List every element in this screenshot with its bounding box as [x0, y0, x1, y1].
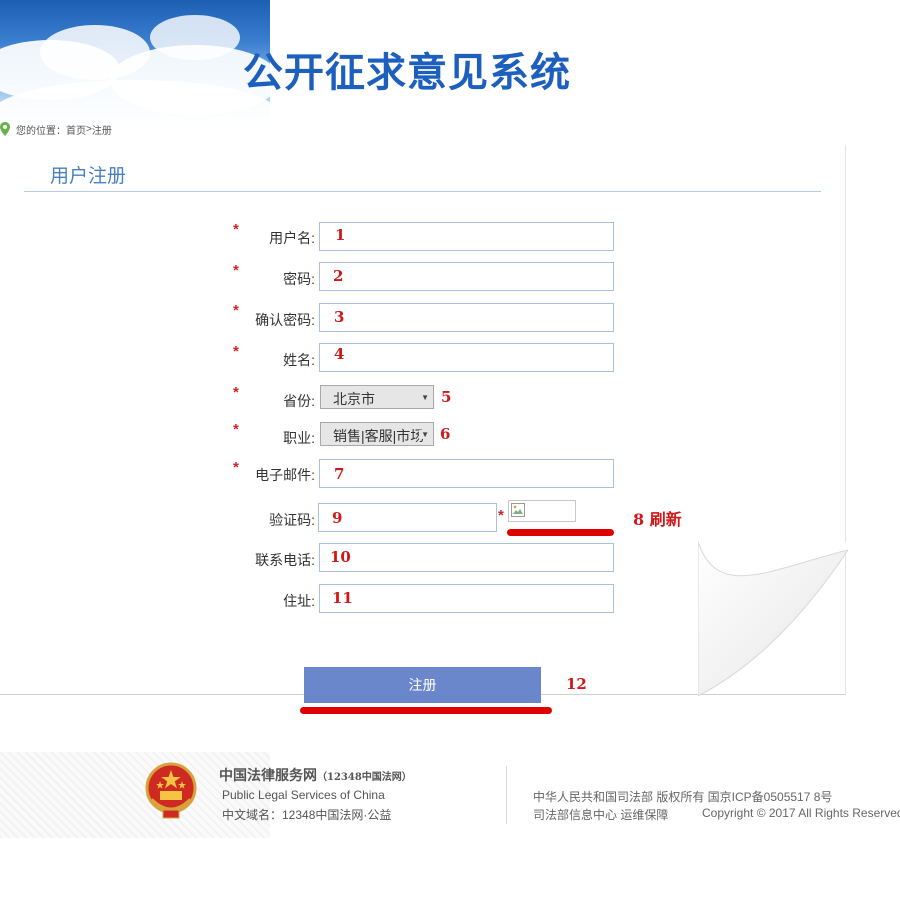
phone-label: 联系电话:: [255, 552, 315, 568]
broken-image-icon: [511, 503, 525, 517]
address-input[interactable]: [319, 584, 614, 613]
occupation-annotation: 6: [440, 425, 451, 443]
required-mark: *: [498, 507, 504, 524]
sky-banner-image: [0, 0, 270, 120]
email-input[interactable]: [319, 459, 614, 488]
password-input[interactable]: [319, 262, 614, 291]
required-mark: *: [233, 221, 239, 238]
province-select[interactable]: 北京市 ▼: [320, 385, 434, 409]
title-divider: [24, 191, 821, 192]
captcha-image-annotation: 8: [633, 510, 645, 529]
footer-copyright-english: Copyright © 2017 All Rights Reserved: [702, 806, 900, 820]
breadcrumb-label: 您的位置：: [16, 125, 66, 137]
occupation-label: 职业:: [283, 430, 315, 446]
address-annotation: 11: [332, 589, 353, 607]
confirm-password-annotation: 3: [334, 308, 345, 326]
province-selected-value: 北京市: [333, 391, 375, 407]
footer-domain: 中文域名：12348中国法网·公益: [222, 808, 392, 822]
confirm-password-input[interactable]: [319, 303, 614, 332]
password-annotation: 2: [333, 267, 344, 285]
password-label: 密码:: [283, 271, 315, 287]
username-input[interactable]: [319, 222, 614, 251]
captcha-image[interactable]: [508, 500, 576, 522]
confirm-password-label: 确认密码:: [255, 312, 315, 328]
username-label: 用户名:: [269, 230, 315, 246]
required-mark: *: [233, 459, 239, 476]
form-title: 用户注册: [50, 166, 127, 187]
province-label: 省份:: [283, 393, 315, 409]
national-emblem-icon: [145, 762, 197, 819]
footer-org-english: Public Legal Services of China: [222, 788, 385, 802]
name-annotation: 4: [334, 345, 345, 363]
required-mark: *: [233, 302, 239, 319]
breadcrumb-current: 注册: [91, 125, 112, 137]
province-annotation: 5: [441, 388, 452, 406]
captcha-input[interactable]: [318, 503, 497, 532]
page-curl-decoration: [698, 541, 848, 696]
caret-down-icon: ▼: [419, 430, 429, 439]
captcha-refresh-link[interactable]: 8 刷新: [633, 506, 682, 530]
occupation-selected-value: 销售|客服|市场: [333, 428, 425, 444]
refresh-label: 刷新: [649, 510, 682, 529]
name-label: 姓名:: [283, 352, 315, 368]
caret-down-icon: ▼: [421, 393, 429, 402]
captcha-annotation: 9: [332, 509, 343, 527]
username-annotation: 1: [335, 226, 346, 244]
footer-support: 司法部信息中心 运维保障: [533, 808, 669, 822]
breadcrumb-home-link[interactable]: 首页: [66, 122, 86, 137]
address-label: 住址:: [283, 593, 315, 609]
phone-annotation: 10: [330, 548, 351, 566]
footer-divider: [506, 766, 507, 824]
register-button[interactable]: 注册: [304, 667, 541, 703]
register-highlight-line: [300, 707, 552, 714]
footer-org-subname: （12348中国法网）: [317, 772, 412, 783]
site-title: 公开征求意见系统: [243, 50, 571, 96]
required-mark: *: [233, 384, 239, 401]
required-mark: *: [233, 343, 239, 360]
footer-org-name-text: 中国法律服务网: [219, 768, 317, 784]
required-mark: *: [233, 421, 239, 438]
breadcrumb: 您的位置： 首页 > 注册: [0, 121, 112, 137]
footer-copyright-line: 中华人民共和国司法部 版权所有 国京ICP备0505517 8号: [533, 790, 833, 804]
page-header: 公开征求意见系统: [0, 0, 900, 120]
email-annotation: 7: [334, 465, 345, 483]
location-pin-icon: [0, 122, 10, 136]
required-mark: *: [233, 262, 239, 279]
captcha-highlight-line: [507, 529, 614, 536]
email-label: 电子邮件:: [255, 467, 315, 483]
phone-input[interactable]: [319, 543, 614, 572]
footer-org-name: 中国法律服务网（12348中国法网）: [219, 765, 412, 785]
captcha-label: 验证码:: [269, 512, 315, 528]
occupation-select[interactable]: 销售|客服|市场 ▼: [320, 422, 434, 446]
name-input[interactable]: [319, 343, 614, 372]
register-annotation: 12: [566, 675, 587, 693]
